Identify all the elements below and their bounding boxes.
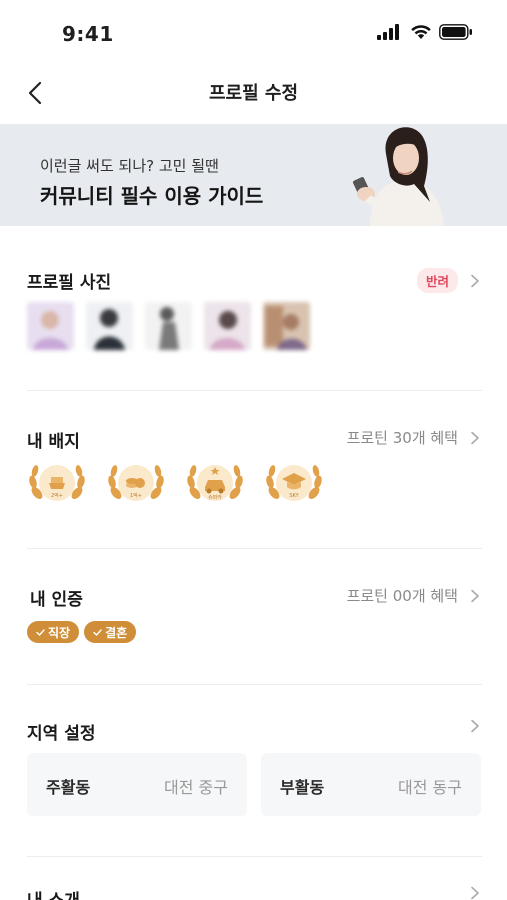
laurel-badge-icon[interactable]: SKY [264,457,324,509]
badge-benefit-link[interactable]: 프로틴 30개 혜택 [347,427,482,448]
section-title: 프로필 사진 [27,273,112,293]
region-link[interactable] [468,719,482,733]
profile-photo[interactable] [263,302,310,350]
section-title: 지역 설정 [27,724,96,744]
region-label: 주활동 [46,778,91,797]
page-title: 프로필 수정 [208,83,299,104]
region-section: 지역 설정 주활동 대전 중구 부활동 대전 동구 [27,719,482,829]
chip-label: 결혼 [105,625,128,640]
my-verification-section: 내 인증 프로틴 00개 혜택 직장 결혼 [27,585,482,655]
banner-subtitle: 이런글 써도 되나? 고민 될땐 [40,157,219,175]
chevron-right-icon [471,274,479,287]
region-value: 대전 중구 [164,778,228,797]
nav-bar: 프로필 수정 [0,66,507,120]
badge-list: 2억+ 1억+ 슈퍼카 SKY [27,457,324,509]
laurel-badge-icon[interactable]: 1억+ [106,457,166,509]
chevron-right-icon [471,589,479,602]
region-value: 대전 동구 [398,778,462,797]
badge-label: 1억+ [130,492,142,499]
chevron-right-icon [471,886,479,900]
secondary-region-card[interactable]: 부활동 대전 동구 [261,753,481,816]
laurel-badge-icon[interactable]: 슈퍼카 [185,457,245,509]
verification-chip: 직장 [27,621,80,643]
verification-benefit-text: 프로틴 00개 혜택 [346,587,458,605]
badge-benefit-text: 프로틴 30개 혜택 [346,429,458,447]
banner-title: 커뮤니티 필수 이용 가이드 [40,184,264,208]
chip-label: 직장 [48,625,71,640]
battery-icon [439,24,472,40]
profile-photo[interactable] [145,302,192,350]
profile-photo[interactable] [204,302,251,350]
profile-photo-section: 프로필 사진 반려 [27,268,482,368]
divider [27,856,482,857]
wifi-icon [411,25,431,39]
region-card-list: 주활동 대전 중구 부활동 대전 동구 [27,753,481,816]
signal-icon [377,24,399,40]
divider [27,548,482,549]
guide-banner[interactable]: 이런글 써도 되나? 고민 될땐 커뮤니티 필수 이용 가이드 [0,124,507,226]
section-title: 내 배지 [27,432,80,452]
check-icon [36,628,45,636]
status-badge: 반려 [416,268,458,293]
region-label: 부활동 [280,778,325,797]
section-title: 내 인증 [30,590,83,610]
primary-region-card[interactable]: 주활동 대전 중구 [27,753,247,816]
profile-photo-link[interactable]: 반려 [416,268,482,293]
profile-photo[interactable] [27,302,74,350]
woman-with-phone-illustration [352,127,444,226]
status-icons [377,24,473,40]
chevron-right-icon [471,431,479,444]
status-time: 9:41 [62,22,114,46]
check-icon [93,628,102,636]
badge-label: 슈퍼카 [208,494,222,501]
laurel-badge-icon[interactable]: 2억+ [27,457,87,509]
divider [27,684,482,685]
badge-label: 2억+ [51,492,63,499]
status-bar: 9:41 [0,0,507,66]
intro-link[interactable] [468,886,482,900]
badge-label: SKY [289,493,299,499]
chevron-right-icon [471,719,479,733]
verification-chip: 결혼 [84,621,137,643]
divider [27,390,482,391]
section-title: 내 소개 [27,886,80,900]
my-badges-section: 내 배지 프로틴 30개 혜택 2억+ 1억+ 슈퍼카 SKY [27,427,482,522]
intro-section: 내 소개 [27,886,482,900]
verification-chip-list: 직장 결혼 [27,621,137,643]
verification-benefit-link[interactable]: 프로틴 00개 혜택 [347,585,482,606]
profile-photo[interactable] [86,302,133,350]
photo-list [27,302,310,350]
